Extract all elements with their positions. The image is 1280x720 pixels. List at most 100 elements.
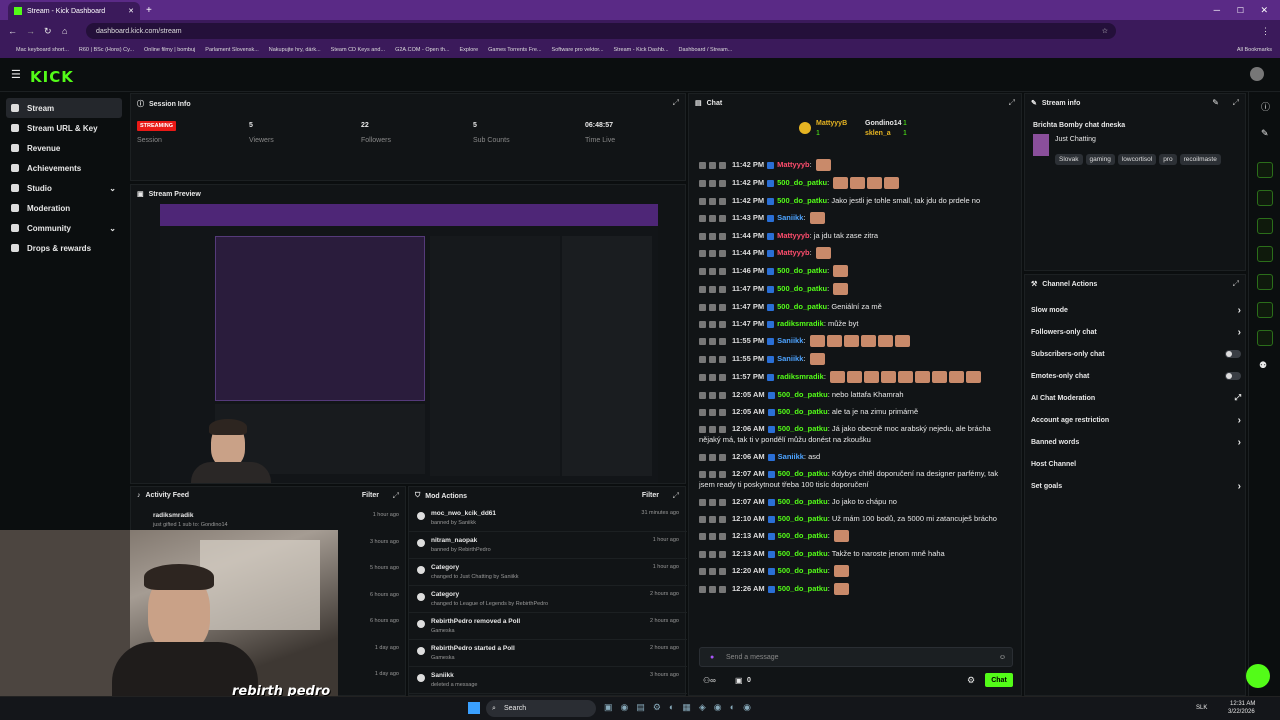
trash-icon[interactable] [699,214,706,222]
chat-message[interactable]: 11:43 PM Saniikk: [689,209,1023,227]
back-icon[interactable]: ← [8,26,17,36]
activity-filter-button[interactable]: Filter [362,492,379,499]
star-icon[interactable]: ☆ [1102,27,1108,35]
timeout-icon[interactable] [709,567,716,575]
channel-action-followers-only-chat[interactable]: Followers-only chat › [1031,325,1241,339]
browser-tab[interactable]: Stream - Kick Dashboard ✕ [8,2,140,20]
ban-icon[interactable] [719,267,726,275]
timeout-icon[interactable] [709,214,716,222]
ban-icon[interactable] [719,585,726,593]
trash-icon[interactable] [699,373,706,381]
tag-chip[interactable]: recoilmaste [1179,154,1221,165]
ban-icon[interactable] [719,391,726,399]
bookmark-item[interactable]: Stream - Kick Dashb... [614,47,669,53]
chat-username[interactable]: 500_do_patku [778,531,828,540]
trash-icon[interactable] [699,197,706,205]
channel-action-host-channel[interactable]: Host Channel [1031,457,1241,471]
timeout-icon[interactable] [709,453,716,461]
timeout-icon[interactable] [709,550,716,558]
bookmark-item[interactable]: Dashboard / Stream... [679,47,733,53]
channel-action-banned-words[interactable]: Banned words › [1031,435,1241,449]
trash-icon[interactable] [699,337,706,345]
chat-username[interactable]: Saniikk [778,452,804,461]
pencil-icon[interactable]: ✎ [1261,128,1269,139]
timeout-icon[interactable] [709,425,716,433]
chat-username[interactable]: Mattyyyb [777,231,810,240]
trash-icon[interactable] [699,453,706,461]
trash-icon[interactable] [699,355,706,363]
info-icon[interactable]: ⓘ [1261,100,1270,113]
chat-bubble-button[interactable] [1246,664,1270,688]
emoji-icon[interactable]: ☺ [999,654,1006,661]
chat-username[interactable]: 500_do_patku [777,284,827,293]
timeout-icon[interactable] [709,161,716,169]
ban-icon[interactable] [719,567,726,575]
chat-username[interactable]: Saniikk [777,336,803,345]
chat-message[interactable]: 11:55 PM Saniikk: [689,350,1023,368]
sidebar-item-studio[interactable]: Studio ⌄ [6,178,122,198]
sidebar-item-drops-rewards[interactable]: Drops & rewards [6,238,122,258]
trash-icon[interactable] [699,249,706,257]
reload-icon[interactable]: ↻ [44,26,52,37]
ban-icon[interactable] [719,515,726,523]
bookmark-item[interactable]: Mac keyboard short... [16,47,69,53]
chat-log[interactable]: 11:42 PM Mattyyyb: 11:42 PM 500_do_patku: … [689,156,1023,640]
channel-action-emotes-only-chat[interactable]: Emotes-only chat [1031,369,1241,383]
chat-message[interactable]: 12:06 AM 500_do_patku: Já jako obecně moc… [689,420,1023,448]
menu-dots-icon[interactable]: ⋮ [1261,26,1270,37]
ban-icon[interactable] [719,550,726,558]
chat-message[interactable]: 11:47 PM 500_do_patku: Geniální za mě [689,298,1023,315]
expand-icon[interactable]: ⤢ [673,491,679,501]
chat-username[interactable]: Mattyyyb [777,160,810,169]
timeout-icon[interactable] [709,303,716,311]
channel-action-ai-chat-moderation[interactable]: AI Chat Moderation ⤢ [1031,391,1241,405]
chat-message[interactable]: 11:42 PM 500_do_patku: Jako jestli je toh… [689,192,1023,209]
timeout-icon[interactable] [709,373,716,381]
kick-logo[interactable]: KICK [30,68,74,86]
chat-message[interactable]: 11:55 PM Saniikk: [689,332,1023,350]
ban-icon[interactable] [719,232,726,240]
channel-action-account-age-restriction[interactable]: Account age restriction › [1031,413,1241,427]
chat-username[interactable]: Saniikk [777,354,803,363]
timeout-icon[interactable] [709,355,716,363]
timeout-icon[interactable] [709,232,716,240]
chat-username[interactable]: radiksmradik [777,372,824,381]
chat-message[interactable]: 12:07 AM 500_do_patku: Kdybys chtěl dopor… [689,465,1023,493]
all-bookmarks[interactable]: All Bookmarks [1237,47,1272,53]
channel-action-slow-mode[interactable]: Slow mode › [1031,303,1241,317]
url-field[interactable]: dashboard.kick.com/stream ☆ [86,23,1116,39]
home-icon[interactable]: ⌂ [62,26,67,36]
rail-button-6[interactable] [1257,302,1273,318]
chat-message[interactable]: 12:13 AM 500_do_patku: Takže to naroste j… [689,545,1023,562]
ban-icon[interactable] [719,337,726,345]
mod-action-main[interactable]: RebirthPedro started a Poll [431,645,679,652]
trash-icon[interactable] [699,408,706,416]
rail-button-1[interactable] [1257,162,1273,178]
tag-chip[interactable]: Slovak [1055,154,1083,165]
trash-icon[interactable] [699,498,706,506]
ban-icon[interactable] [719,179,726,187]
bookmark-item[interactable]: Games Torrents Fre... [488,47,541,53]
chat-username[interactable]: Saniikk [777,213,803,222]
timeout-icon[interactable] [709,470,716,478]
minimize-icon[interactable]: ─ [1214,5,1220,15]
bookmark-item[interactable]: G2A.COM - Open th... [395,47,449,53]
chat-username[interactable]: 500_do_patku [778,390,828,399]
trash-icon[interactable] [699,267,706,275]
chat-username[interactable]: 500_do_patku [778,514,828,523]
sidebar-item-revenue[interactable]: Revenue [6,138,122,158]
timeout-icon[interactable] [709,179,716,187]
ban-icon[interactable] [719,470,726,478]
chat-message[interactable]: 11:46 PM 500_do_patku: [689,262,1023,280]
expand-icon[interactable]: ⤢ [673,98,679,108]
rail-button-3[interactable] [1257,218,1273,234]
keyboard-language[interactable]: SLK [1196,705,1207,711]
tag-chip[interactable]: pro [1159,154,1177,165]
ban-icon[interactable] [719,408,726,416]
sidebar-item-moderation[interactable]: Moderation [6,198,122,218]
chat-message[interactable]: 12:06 AM Saniikk: asd [689,448,1023,465]
trash-icon[interactable] [699,161,706,169]
mod-action-main[interactable]: Saniikk [431,672,679,679]
chat-message[interactable]: 12:05 AM 500_do_patku: nebo lattafa Khamr… [689,386,1023,403]
bookmark-item[interactable]: Parlament Slovensk... [205,47,259,53]
